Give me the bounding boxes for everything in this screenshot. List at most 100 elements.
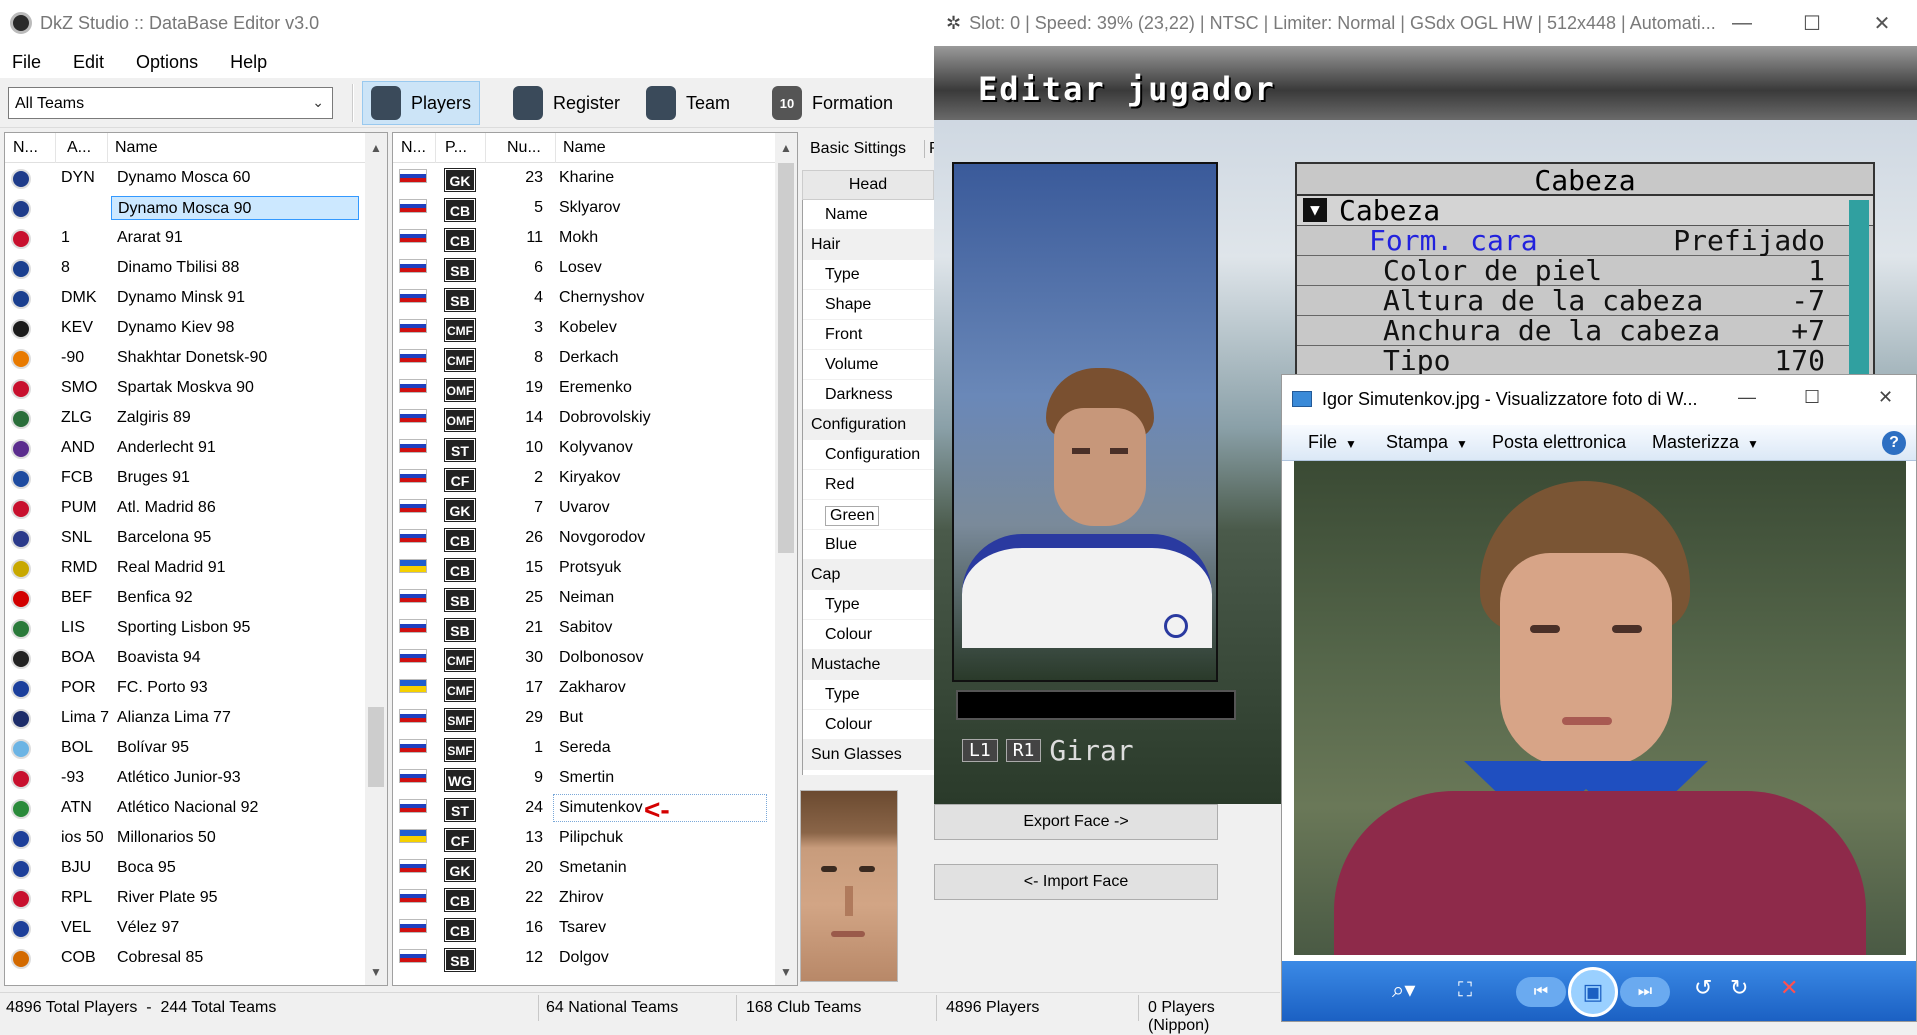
player-row[interactable]: CB 16 Tsarev	[393, 913, 773, 943]
team-row[interactable]: POR FC. Porto 93	[5, 673, 363, 703]
team-row[interactable]: KEV Dynamo Kiev 98	[5, 313, 363, 343]
team-row[interactable]: RPL River Plate 95	[5, 883, 363, 913]
property-red[interactable]: Red	[803, 470, 934, 500]
export-face-button[interactable]: Export Face ->	[934, 804, 1218, 840]
property-colour[interactable]: Colour	[803, 710, 934, 740]
player-row[interactable]: CMF 3 Kobelev	[393, 313, 773, 343]
player-row[interactable]: CB 5 Sklyarov	[393, 193, 773, 223]
players-scroll-thumb[interactable]	[778, 163, 794, 553]
toolbar-formation-button[interactable]: 10 Formation	[764, 81, 901, 125]
minimize-icon[interactable]: —	[1707, 0, 1777, 46]
rotate-right-icon[interactable]: ↻	[1730, 975, 1748, 1001]
player-row[interactable]: CB 26 Novgorodov	[393, 523, 773, 553]
teams-scrollbar[interactable]: ▲ ▼	[365, 133, 387, 985]
scroll-up-icon[interactable]: ▲	[370, 141, 382, 155]
team-row[interactable]: ATN Atlético Nacional 92	[5, 793, 363, 823]
property-configuration[interactable]: Configuration	[803, 410, 934, 440]
close-icon[interactable]: ✕	[1878, 387, 1893, 408]
player-row[interactable]: CF 13 Pilipchuk	[393, 823, 773, 853]
next-icon[interactable]: ⏭	[1620, 977, 1670, 1007]
player-row[interactable]: SB 25 Neiman	[393, 583, 773, 613]
player-row[interactable]: GK 23 Kharine	[393, 163, 773, 193]
menu-file[interactable]: File	[12, 52, 41, 73]
team-row[interactable]: SMO Spartak Moskva 90	[5, 373, 363, 403]
property-shape[interactable]: Shape	[803, 290, 934, 320]
zoom-icon[interactable]: ⌕▾	[1392, 977, 1415, 1003]
property-type[interactable]: Type	[803, 260, 934, 290]
import-face-button[interactable]: <- Import Face	[934, 864, 1218, 900]
team-row[interactable]: RMD Real Madrid 91	[5, 553, 363, 583]
team-row[interactable]: AND Anderlecht 91	[5, 433, 363, 463]
player-row[interactable]: ST 10 Kolyvanov	[393, 433, 773, 463]
viewer-menu-posta-elettronica[interactable]: Posta elettronica	[1492, 432, 1626, 453]
team-row[interactable]: FCB Bruges 91	[5, 463, 363, 493]
team-row[interactable]: Lima 7 Alianza Lima 77	[5, 703, 363, 733]
slideshow-icon[interactable]: ▣	[1568, 967, 1618, 1017]
team-row[interactable]: ZLG Zalgiris 89	[5, 403, 363, 433]
team-row[interactable]: BOL Bolívar 95	[5, 733, 363, 763]
player-row[interactable]: CB 15 Protsyuk	[393, 553, 773, 583]
team-row[interactable]: 8 Dinamo Tbilisi 88	[5, 253, 363, 283]
property-cap[interactable]: Cap	[803, 560, 934, 590]
player-row[interactable]: SB 12 Dolgov	[393, 943, 773, 973]
player-row[interactable]: CB 22 Zhirov	[393, 883, 773, 913]
viewer-menu-file[interactable]: File ▼	[1308, 432, 1357, 453]
menu-edit[interactable]: Edit	[73, 52, 104, 73]
players-col-number[interactable]: Nu...	[507, 139, 541, 157]
property-mustache[interactable]: Mustache	[803, 650, 934, 680]
team-row[interactable]: Dynamo Mosca 90	[5, 193, 363, 223]
team-row[interactable]: PUM Atl. Madrid 86	[5, 493, 363, 523]
property-colour[interactable]: Colour	[803, 620, 934, 650]
scroll-down-icon[interactable]: ▼	[780, 965, 792, 979]
help-icon[interactable]: ?	[1882, 431, 1906, 455]
property-blue[interactable]: Blue	[803, 530, 934, 560]
player-row[interactable]: CMF 30 Dolbonosov	[393, 643, 773, 673]
property-darkness[interactable]: Darkness	[803, 380, 934, 410]
players-scrollbar[interactable]: ▲ ▼	[775, 133, 797, 985]
toolbar-players-button[interactable]: Players	[362, 81, 481, 125]
player-row[interactable]: CF 2 Kiryakov	[393, 463, 773, 493]
player-row[interactable]: SMF 1 Sereda	[393, 733, 773, 763]
property-configuration[interactable]: Configuration	[803, 440, 934, 470]
scroll-down-icon[interactable]: ▼	[370, 965, 382, 979]
property-type[interactable]: Type	[803, 680, 934, 710]
rotate-left-icon[interactable]: ↺	[1694, 975, 1712, 1001]
player-row[interactable]: GK 7 Uvarov	[393, 493, 773, 523]
property-green[interactable]: Green	[803, 500, 934, 530]
tab-basic-settings[interactable]: Basic Sittings	[810, 140, 906, 158]
player-row[interactable]: ST 24 Simutenkov	[393, 793, 773, 823]
property-name[interactable]: Name	[803, 200, 934, 230]
teams-col-abbr[interactable]: A...	[67, 139, 91, 157]
maximize-icon[interactable]: ☐	[1777, 0, 1847, 46]
scroll-up-icon[interactable]: ▲	[780, 141, 792, 155]
previous-icon[interactable]: ⏮	[1516, 977, 1566, 1007]
teams-col-number[interactable]: N...	[13, 139, 38, 157]
toolbar-register-button[interactable]: Register	[505, 81, 628, 125]
team-row[interactable]: COB Cobresal 85	[5, 943, 363, 973]
player-row[interactable]: SB 4 Chernyshov	[393, 283, 773, 313]
toolbar-team-button[interactable]: Team	[638, 81, 738, 125]
player-row[interactable]: CMF 8 Derkach	[393, 343, 773, 373]
team-row[interactable]: -93 Atlético Junior-93	[5, 763, 363, 793]
menu-help[interactable]: Help	[230, 52, 267, 73]
property-hair[interactable]: Hair	[803, 230, 934, 260]
teams-scroll-thumb[interactable]	[368, 707, 384, 787]
delete-icon[interactable]: ✕	[1780, 975, 1798, 1001]
property-volume[interactable]: Volume	[803, 350, 934, 380]
player-row[interactable]: OMF 19 Eremenko	[393, 373, 773, 403]
property-sun-glasses[interactable]: Sun Glasses	[803, 740, 934, 770]
players-col-name[interactable]: Name	[563, 139, 606, 157]
player-row[interactable]: CMF 17 Zakharov	[393, 673, 773, 703]
player-row[interactable]: SMF 29 But	[393, 703, 773, 733]
team-row[interactable]: ios 50 Millonarios 50	[5, 823, 363, 853]
team-row[interactable]: 1 Ararat 91	[5, 223, 363, 253]
player-row[interactable]: SB 21 Sabitov	[393, 613, 773, 643]
chevron-down-icon[interactable]: ⌄	[312, 94, 324, 111]
players-col-position[interactable]: P...	[445, 139, 467, 157]
viewer-menu-masterizza[interactable]: Masterizza ▼	[1652, 432, 1759, 453]
team-row[interactable]: DMK Dynamo Minsk 91	[5, 283, 363, 313]
maximize-icon[interactable]: ☐	[1804, 387, 1820, 408]
property-front[interactable]: Front	[803, 320, 934, 350]
team-row[interactable]: BOA Boavista 94	[5, 643, 363, 673]
teams-col-name[interactable]: Name	[115, 139, 158, 157]
